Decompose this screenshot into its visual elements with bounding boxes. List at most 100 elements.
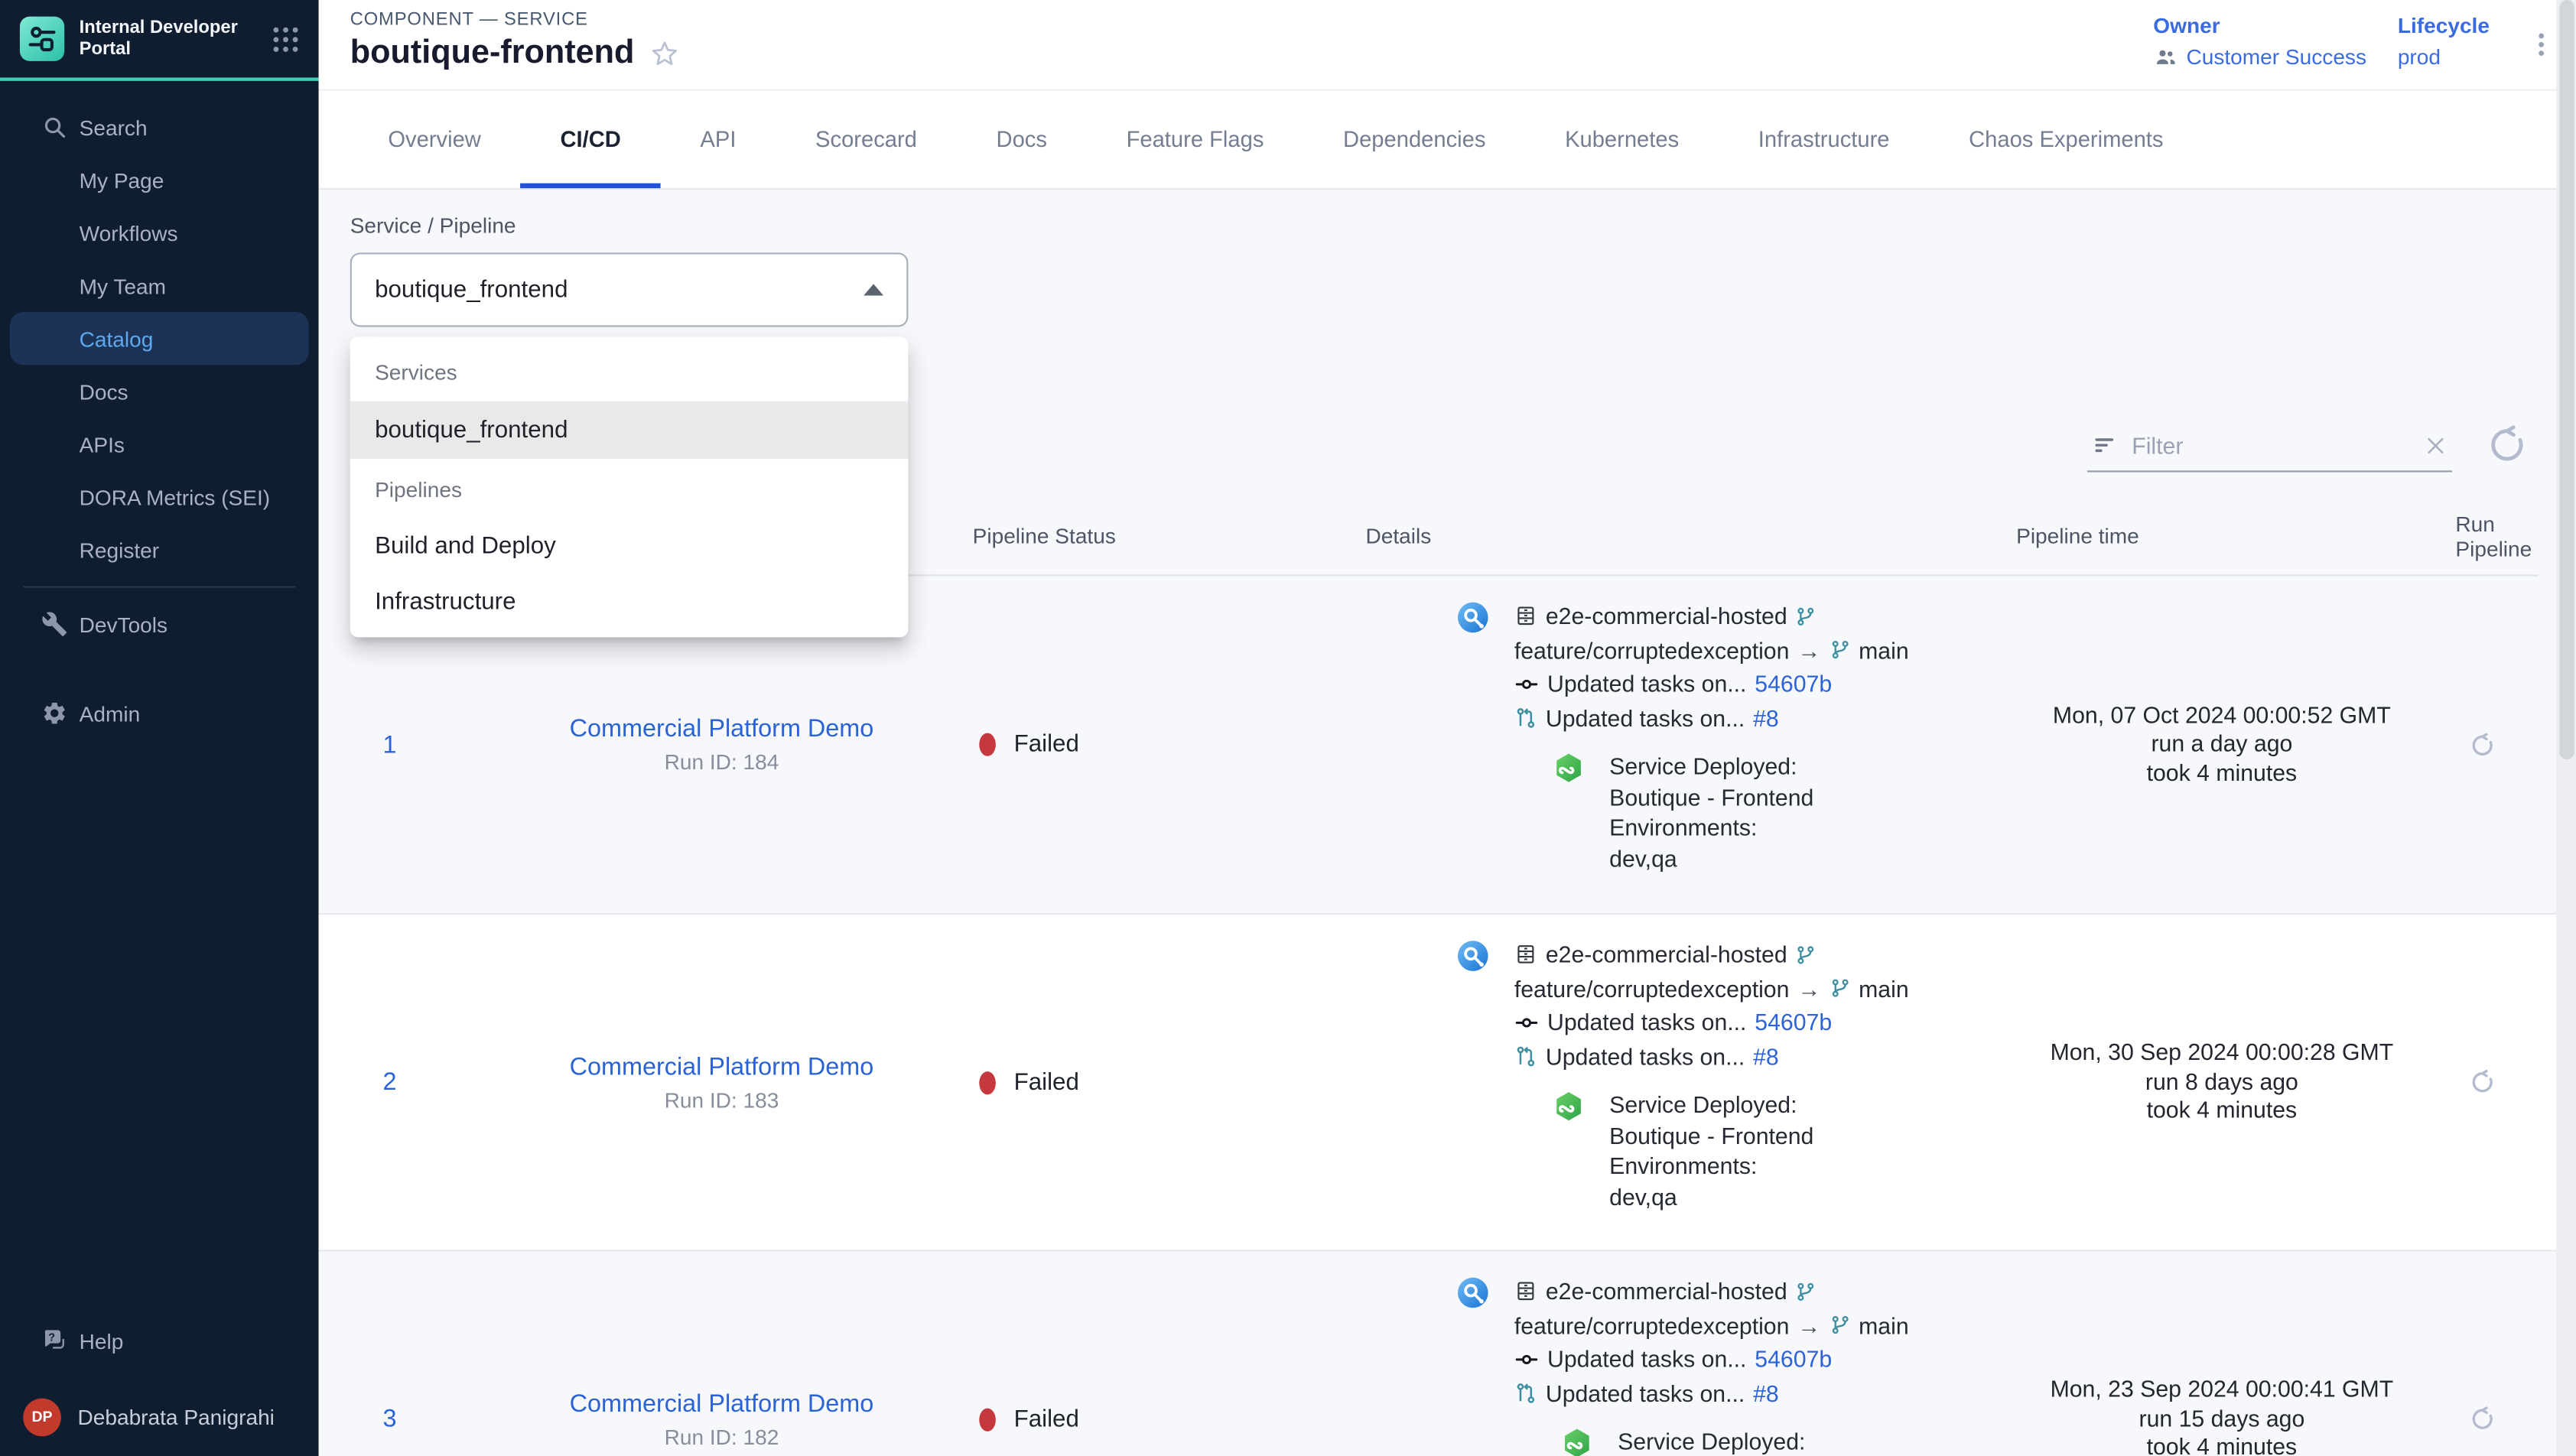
app-switcher-grid-icon[interactable] — [269, 22, 302, 55]
git-commit-icon — [1514, 671, 1539, 696]
tab-label: Feature Flags — [1127, 127, 1264, 151]
pipeline-status: Failed — [1014, 1406, 1079, 1432]
sidebar-item-label: Workflows — [80, 220, 178, 245]
pull-request-icon — [1514, 1382, 1537, 1405]
cicd-content: Service / Pipeline boutique_frontend Ser… — [319, 190, 2576, 1456]
user-menu[interactable]: DP Debabrata Panigrahi — [0, 1390, 319, 1443]
pipeline-picker-label: Service / Pipeline — [350, 213, 516, 238]
tab-infrastructure[interactable]: Infrastructure — [1719, 91, 1929, 188]
dropdown-option-build-and-deploy[interactable]: Build and Deploy — [350, 518, 909, 574]
pr-link[interactable]: #8 — [1753, 1380, 1779, 1406]
rerun-pipeline-icon[interactable] — [2469, 1068, 2497, 1097]
tab-docs[interactable]: Docs — [957, 91, 1087, 188]
favorite-star-icon[interactable] — [649, 38, 681, 70]
source-branch: feature/corruptedexception — [1514, 637, 1790, 664]
sidebar-item-my-page[interactable]: My Page — [0, 154, 319, 206]
sidebar-item-label: Docs — [80, 379, 128, 403]
sidebar-item-search[interactable]: Search — [0, 101, 319, 154]
column-header-pipeline-status: Pipeline Status — [949, 497, 1345, 574]
svg-text:?: ? — [48, 1332, 55, 1344]
commit-message: Updated tasks on... — [1547, 1009, 1746, 1036]
sidebar-divider — [23, 586, 295, 587]
tab-label: CI/CD — [560, 127, 620, 151]
column-header-details: Details — [1346, 497, 1999, 574]
entity-kicker: COMPONENT — SERVICE — [350, 10, 588, 30]
filter-input[interactable] — [2132, 432, 2411, 459]
arrow-right-icon: → — [1797, 1312, 1820, 1339]
pipeline-time-ago: run 15 days ago — [2139, 1405, 2305, 1434]
pr-link[interactable]: #8 — [1753, 704, 1779, 731]
owner-label: Owner — [2153, 13, 2366, 37]
rerun-pipeline-icon[interactable] — [2469, 730, 2497, 759]
pipeline-name-link[interactable]: Commercial Platform Demo — [570, 715, 874, 743]
sidebar-item-devtools[interactable]: DevTools — [0, 598, 319, 651]
commit-message: Updated tasks on... — [1547, 1346, 1746, 1373]
tab-ci-cd[interactable]: CI/CD — [521, 91, 661, 188]
pipeline-time-date: Mon, 07 Oct 2024 00:00:52 GMT — [2053, 701, 2391, 730]
tab-api[interactable]: API — [661, 91, 776, 188]
pipeline-time-ago: run a day ago — [2151, 730, 2292, 759]
service-deployed-label: Service Deployed: — [1609, 1090, 1813, 1120]
pr-message: Updated tasks on... — [1546, 1043, 1745, 1070]
scrollbar-thumb[interactable] — [2558, 0, 2573, 759]
pipeline-select[interactable]: boutique_frontend — [350, 252, 909, 327]
help-icon: ? — [41, 1328, 68, 1354]
service-deployed-label: Service Deployed: — [1609, 751, 1813, 782]
dropdown-group-label-services: Services — [350, 343, 909, 403]
sidebar-item-catalog[interactable]: Catalog — [10, 312, 309, 365]
pipeline-time-duration: took 4 minutes — [2147, 759, 2298, 788]
app-title: Internal Developer Portal — [80, 18, 255, 60]
sidebar-item-apis[interactable]: APIs — [0, 418, 319, 470]
lifecycle-meta: Lifecycle prod — [2398, 13, 2490, 69]
sidebar-item-workflows[interactable]: Workflows — [0, 206, 319, 259]
pr-message: Updated tasks on... — [1546, 1380, 1745, 1406]
search-icon — [41, 114, 68, 141]
target-branch: main — [1859, 637, 1909, 664]
pipeline-select-dropdown: Services boutique_frontend Pipelines Bui… — [350, 336, 909, 637]
rerun-pipeline-icon[interactable] — [2469, 1405, 2497, 1433]
owner-link[interactable]: Customer Success — [2186, 44, 2366, 69]
sidebar-item-help[interactable]: ? Help — [0, 1315, 319, 1367]
cd-module-icon — [1558, 1426, 1594, 1456]
arrow-right-icon: → — [1797, 975, 1820, 1002]
tab-label: API — [700, 127, 736, 151]
run-id: Run ID: 182 — [665, 1424, 779, 1448]
tab-feature-flags[interactable]: Feature Flags — [1087, 91, 1303, 188]
commit-link[interactable]: 54607b — [1755, 671, 1832, 697]
pr-link[interactable]: #8 — [1753, 1043, 1779, 1070]
pipeline-runs-table: 1 Commercial Platform Demo Run ID: 184 F… — [319, 576, 2576, 1456]
commit-link[interactable]: 54607b — [1755, 1009, 1832, 1036]
git-commit-icon — [1514, 1347, 1539, 1371]
commit-link[interactable]: 54607b — [1755, 1346, 1832, 1373]
pipeline-name-link[interactable]: Commercial Platform Demo — [570, 1389, 874, 1418]
sidebar-item-label: My Team — [80, 273, 166, 297]
tab-scorecard[interactable]: Scorecard — [776, 91, 956, 188]
service-deployed-label: Service Deployed: — [1618, 1426, 1805, 1456]
sidebar-item-my-team[interactable]: My Team — [0, 259, 319, 312]
sidebar-item-label: Help — [80, 1328, 124, 1353]
sidebar-item-admin[interactable]: Admin — [0, 687, 319, 739]
dropdown-option-boutique-frontend[interactable]: boutique_frontend — [350, 403, 909, 459]
sidebar-item-label: Admin — [80, 700, 141, 725]
dropdown-option-infrastructure[interactable]: Infrastructure — [350, 574, 909, 630]
sidebar-item-register[interactable]: Register — [0, 523, 319, 576]
tab-kubernetes[interactable]: Kubernetes — [1525, 91, 1719, 188]
sidebar-item-dora-metrics-sei[interactable]: DORA Metrics (SEI) — [0, 470, 319, 523]
run-id: Run ID: 183 — [665, 1087, 779, 1112]
refresh-icon[interactable] — [2485, 423, 2529, 467]
tab-label: Chaos Experiments — [1969, 127, 2163, 151]
source-branch: feature/corruptedexception — [1514, 975, 1790, 1002]
sidebar-item-docs[interactable]: Docs — [0, 365, 319, 418]
lifecycle-value: prod — [2398, 44, 2441, 69]
environments-value: dev,qa — [1609, 843, 1813, 873]
wrench-icon — [41, 611, 68, 638]
tab-overview[interactable]: Overview — [349, 91, 521, 188]
pipeline-name-link[interactable]: Commercial Platform Demo — [570, 1052, 874, 1081]
scrollbar[interactable] — [2556, 0, 2576, 1456]
git-branch-icon — [1829, 978, 1850, 999]
clear-filter-icon[interactable] — [2424, 434, 2447, 457]
tab-chaos-experiments[interactable]: Chaos Experiments — [1929, 91, 2203, 188]
more-options-kebab-icon[interactable] — [2526, 23, 2556, 66]
tab-dependencies[interactable]: Dependencies — [1303, 91, 1525, 188]
tab-label: Infrastructure — [1758, 127, 1890, 151]
